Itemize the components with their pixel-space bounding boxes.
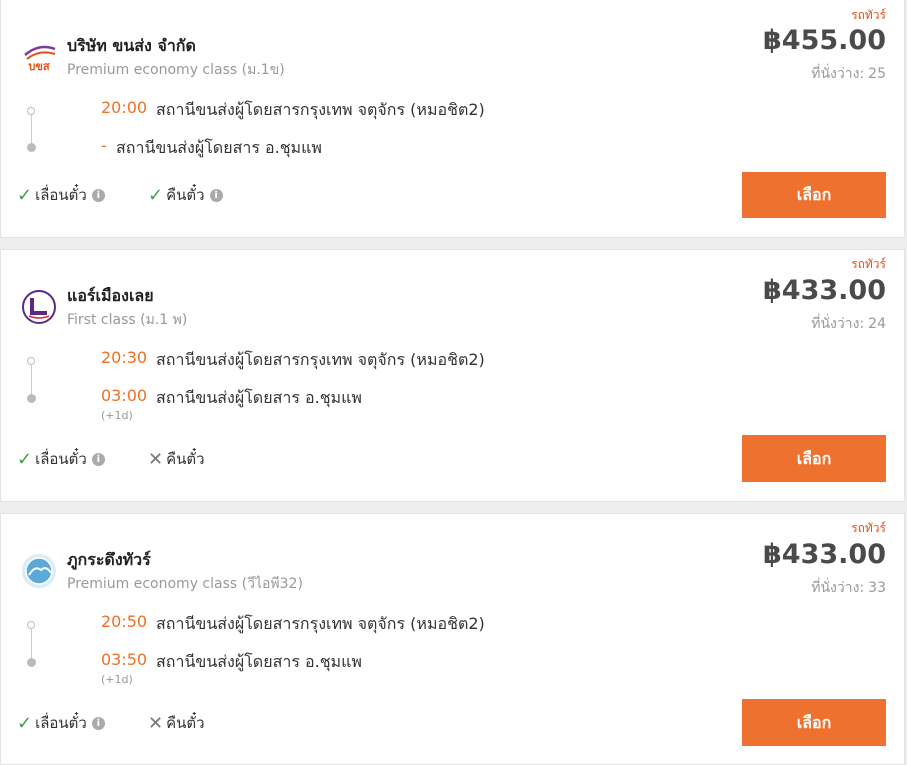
bus-type-tag: รถทัวร์ <box>851 8 886 22</box>
seats-count: 33 <box>868 580 886 596</box>
seats-label: ที่นั่งว่าง: <box>811 66 865 82</box>
refund-feature: ✕ คืนตั๋ว <box>148 711 205 735</box>
select-button[interactable]: เลือก <box>742 699 886 746</box>
price: ฿433.00 <box>763 275 886 306</box>
refund-label: คืนตั๋ว <box>166 714 205 732</box>
timeline-line <box>31 629 32 658</box>
check-icon: ✓ <box>148 184 164 206</box>
depart-time: 20:00 <box>101 98 148 117</box>
timeline-end-dot <box>27 143 36 152</box>
cross-icon: ✕ <box>148 448 164 470</box>
timeline-start-dot <box>27 357 35 365</box>
arrive-station: สถานีขนส่งผู้โดยสาร อ.ชุมแพ <box>156 652 362 671</box>
refund-label: คืนตั๋ว <box>166 450 205 468</box>
depart-station: สถานีขนส่งผู้โดยสารกรุงเทพ จตุจักร (หมอช… <box>156 350 485 369</box>
seats-count: 24 <box>868 316 886 332</box>
reschedule-label: เลื่อนตั๋ว <box>35 450 87 468</box>
operator-name: แอร์เมืองเลย <box>67 286 154 305</box>
reschedule-label: เลื่อนตั๋ว <box>35 186 87 204</box>
operator-logo: บขส <box>21 39 57 75</box>
depart-time: 20:30 <box>101 348 148 367</box>
check-icon: ✓ <box>17 184 33 206</box>
depart-station: สถานีขนส่งผู้โดยสารกรุงเทพ จตุจักร (หมอช… <box>156 100 485 119</box>
cross-icon: ✕ <box>148 712 164 734</box>
arrive-time: 03:50 <box>101 650 148 669</box>
info-icon[interactable]: i <box>209 188 223 202</box>
reschedule-feature: ✓ เลื่อนตั๋ว i <box>17 711 105 735</box>
bus-type-tag: รถทัวร์ <box>851 257 886 271</box>
result-card: รถทัวร์ บขส บริษัท ขนส่ง จำกัด Premium e… <box>0 0 905 238</box>
check-icon: ✓ <box>17 712 33 734</box>
refund-feature: ✓ คืนตั๋ว i <box>148 183 223 207</box>
operator-logo <box>21 289 57 325</box>
seats-available: ที่นั่งว่าง: 33 <box>811 577 886 599</box>
result-card: รถทัวร์ แอร์เมืองเลย First class (ม.1 พ)… <box>0 249 905 502</box>
next-day-indicator: (+1d) <box>101 409 133 422</box>
seats-available: ที่นั่งว่าง: 24 <box>811 313 886 335</box>
operator-logo <box>21 553 57 589</box>
arrive-station: สถานีขนส่งผู้โดยสาร อ.ชุมแพ <box>156 388 362 407</box>
result-card: รถทัวร์ ภูกระดึงทัวร์ Premium economy cl… <box>0 513 905 765</box>
info-icon[interactable]: i <box>91 452 105 466</box>
seats-label: ที่นั่งว่าง: <box>811 316 865 332</box>
timeline-end-dot <box>27 658 36 667</box>
info-icon[interactable]: i <box>91 716 105 730</box>
bus-type-tag: รถทัวร์ <box>851 521 886 535</box>
operator-logo-text: บขส <box>28 60 50 73</box>
select-button[interactable]: เลือก <box>742 172 886 218</box>
arrive-time: 03:00 <box>101 386 148 405</box>
price: ฿433.00 <box>763 539 886 570</box>
operator-name: บริษัท ขนส่ง จำกัด <box>67 36 196 55</box>
reschedule-feature: ✓ เลื่อนตั๋ว i <box>17 183 105 207</box>
timeline-line <box>31 365 32 394</box>
check-icon: ✓ <box>17 448 33 470</box>
reschedule-feature: ✓ เลื่อนตั๋ว i <box>17 447 105 471</box>
timeline-start-dot <box>27 107 35 115</box>
refund-label: คืนตั๋ว <box>166 186 205 204</box>
seats-available: ที่นั่งว่าง: 25 <box>811 63 886 85</box>
seats-count: 25 <box>868 66 886 82</box>
operator-name: ภูกระดึงทัวร์ <box>67 550 151 569</box>
price: ฿455.00 <box>763 25 886 56</box>
timeline-start-dot <box>27 621 35 629</box>
reschedule-label: เลื่อนตั๋ว <box>35 714 87 732</box>
bus-class: Premium economy class (วีไอพี32) <box>67 576 303 592</box>
depart-station: สถานีขนส่งผู้โดยสารกรุงเทพ จตุจักร (หมอช… <box>156 614 485 633</box>
seats-label: ที่นั่งว่าง: <box>811 580 865 596</box>
arrive-time: - <box>101 136 107 155</box>
bus-class: Premium economy class (ม.1ข) <box>67 62 285 78</box>
timeline-end-dot <box>27 394 36 403</box>
next-day-indicator: (+1d) <box>101 673 133 686</box>
refund-feature: ✕ คืนตั๋ว <box>148 447 205 471</box>
bus-class: First class (ม.1 พ) <box>67 312 188 328</box>
depart-time: 20:50 <box>101 612 148 631</box>
arrive-station: สถานีขนส่งผู้โดยสาร อ.ชุมแพ <box>116 138 322 157</box>
info-icon[interactable]: i <box>91 188 105 202</box>
timeline-line <box>31 115 32 143</box>
select-button[interactable]: เลือก <box>742 435 886 482</box>
